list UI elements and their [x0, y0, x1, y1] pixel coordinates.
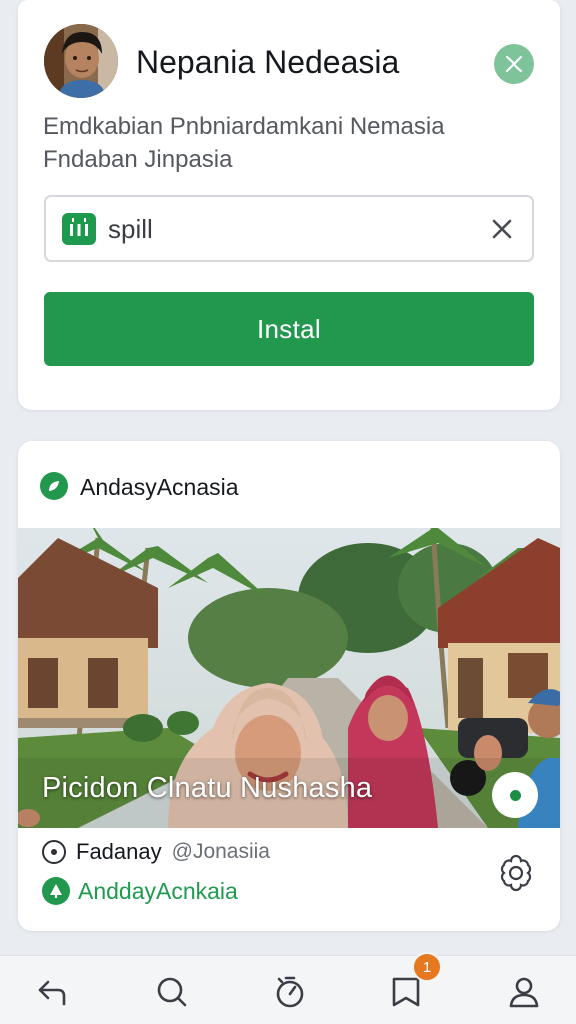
- leaf-icon: [40, 472, 68, 500]
- feed-photo[interactable]: Picidon Clnatu Nushasha: [18, 528, 560, 828]
- profile-card: Nepania Nedeasia Emdkabian Pnbniardamkan…: [18, 0, 560, 410]
- search-field[interactable]: spill: [44, 195, 534, 262]
- store-icon: [62, 213, 96, 245]
- search-input[interactable]: spill: [108, 214, 153, 245]
- feed-card: AndasyAcnasia Picidon Clnatu Nushasha Fa…: [18, 441, 560, 931]
- author-row[interactable]: Fadanay @Jonasiia: [42, 839, 270, 865]
- search-icon[interactable]: [152, 972, 192, 1012]
- tree-icon: [42, 877, 70, 905]
- record-dot-icon[interactable]: [492, 772, 538, 818]
- bottom-nav: 1: [0, 952, 576, 1024]
- leaf-pin-icon[interactable]: [494, 44, 534, 84]
- author-handle: @Jonasiia: [171, 840, 270, 863]
- gear-icon[interactable]: [494, 851, 538, 895]
- photo-caption: Picidon Clnatu Nushasha: [42, 772, 373, 804]
- profile-name: Nepania Nedeasia: [136, 44, 400, 80]
- profile-description: Emdkabian Pnbniardamkani Nemasia Fndaban…: [43, 113, 445, 173]
- feed-source-name[interactable]: AndasyAcnasia: [80, 474, 239, 501]
- profile-icon[interactable]: [504, 972, 544, 1012]
- author-name: Fadanay: [76, 839, 162, 864]
- clock-icon: [42, 840, 66, 864]
- install-button[interactable]: Instal: [44, 292, 534, 366]
- tag-label: AnddayAcnkaia: [78, 877, 238, 904]
- tag-row[interactable]: AnddayAcnkaia: [42, 877, 238, 905]
- timer-icon[interactable]: [270, 972, 310, 1012]
- close-icon[interactable]: [486, 213, 518, 245]
- avatar[interactable]: [44, 24, 118, 98]
- back-icon[interactable]: [32, 972, 72, 1012]
- notification-badge: 1: [412, 952, 442, 982]
